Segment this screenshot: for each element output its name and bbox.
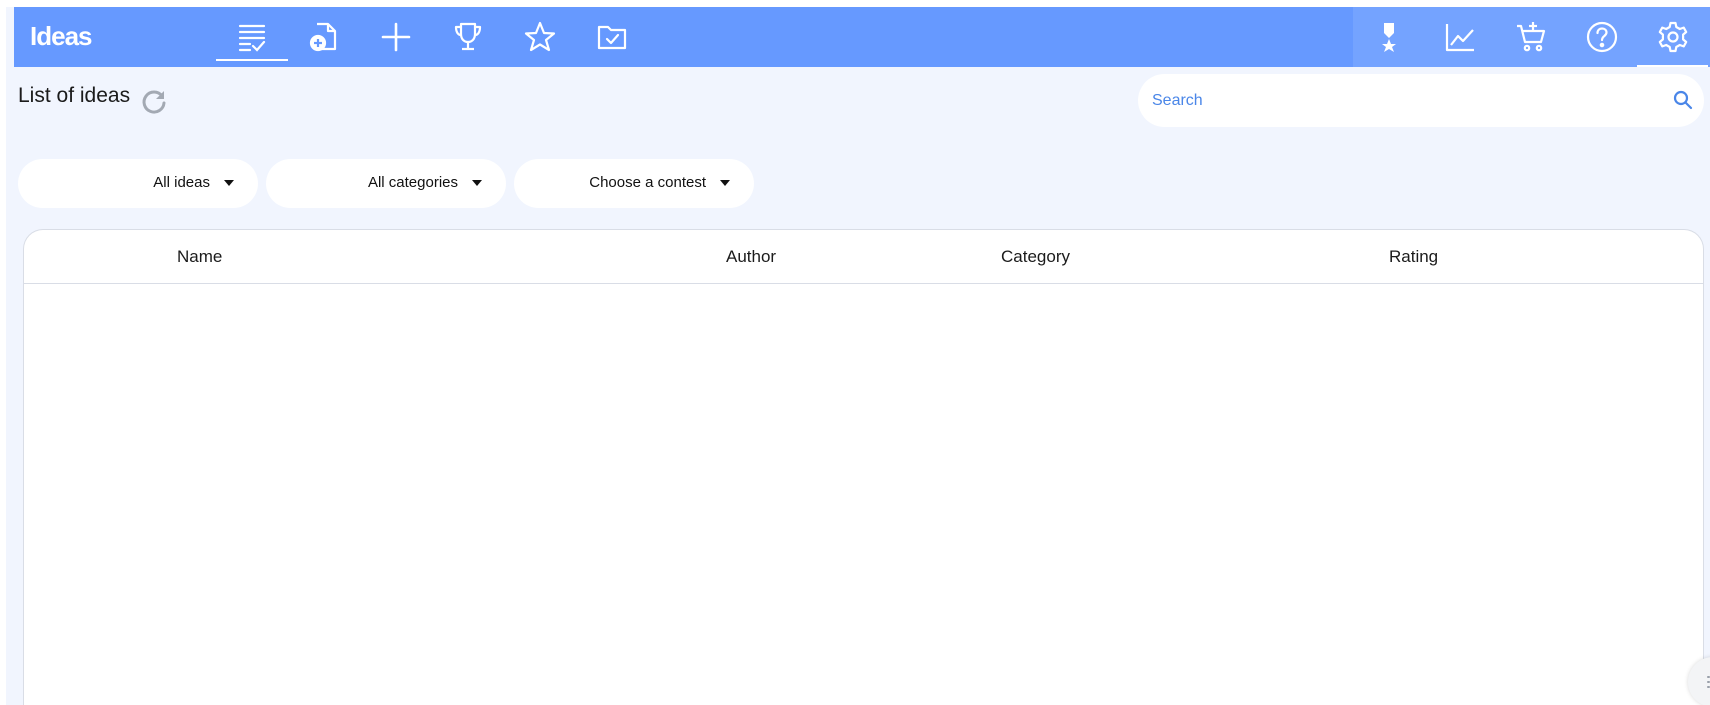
column-header-category[interactable]: Category (1001, 247, 1070, 267)
star-icon (524, 21, 556, 52)
nav-awards-button[interactable] (1353, 7, 1424, 67)
gear-icon (1658, 21, 1687, 53)
nav-add-document-button[interactable] (288, 7, 360, 67)
contest-filter-label: Choose a contest (589, 174, 706, 191)
caret-down-icon (224, 180, 234, 186)
ideas-filter-label: All ideas (153, 174, 210, 191)
nav-favorites-button[interactable] (504, 7, 576, 67)
search-input[interactable] (1152, 74, 1652, 127)
top-navigation-bar: Ideas (14, 7, 1710, 67)
caret-down-icon (472, 180, 482, 186)
trophy-icon (454, 22, 482, 51)
search-box (1138, 74, 1704, 127)
list-icon (1707, 676, 1710, 688)
nav-statistics-button[interactable] (1424, 7, 1495, 67)
chart-line-icon (1445, 24, 1474, 52)
add-document-icon (309, 22, 337, 52)
page-title: List of ideas (18, 84, 131, 107)
medal-icon (1381, 23, 1396, 52)
cart-add-icon (1516, 22, 1545, 52)
nav-new-idea-button[interactable] (360, 7, 432, 67)
refresh-icon[interactable] (140, 88, 168, 116)
main-nav (216, 7, 648, 67)
search-icon[interactable] (1672, 89, 1694, 111)
ideas-filter-dropdown[interactable]: All ideas (18, 159, 258, 208)
column-header-name[interactable]: Name (177, 247, 222, 267)
contest-filter-dropdown[interactable]: Choose a contest (514, 159, 754, 208)
app-window: Ideas List of ideas Search All ideas All… (6, 7, 1710, 705)
nav-help-button[interactable] (1566, 7, 1637, 67)
nav-shop-button[interactable] (1495, 7, 1566, 67)
nav-contests-button[interactable] (432, 7, 504, 67)
utility-nav (1353, 7, 1710, 67)
column-header-author[interactable]: Author (726, 247, 776, 267)
nav-completed-button[interactable] (576, 7, 648, 67)
nav-idea-list-button[interactable] (216, 7, 288, 67)
help-icon (1586, 21, 1617, 53)
idea-list-icon (238, 24, 266, 52)
folder-check-icon (597, 25, 627, 50)
categories-filter-dropdown[interactable]: All categories (266, 159, 506, 208)
column-header-rating[interactable]: Rating (1389, 247, 1438, 267)
app-title: Ideas (30, 21, 92, 51)
nav-settings-button[interactable] (1637, 7, 1708, 67)
ideas-table: Name Author Category Rating (23, 229, 1704, 705)
plus-icon (381, 22, 411, 52)
table-header: Name Author Category Rating (24, 230, 1703, 284)
categories-filter-label: All categories (367, 174, 458, 191)
caret-down-icon (720, 180, 730, 186)
